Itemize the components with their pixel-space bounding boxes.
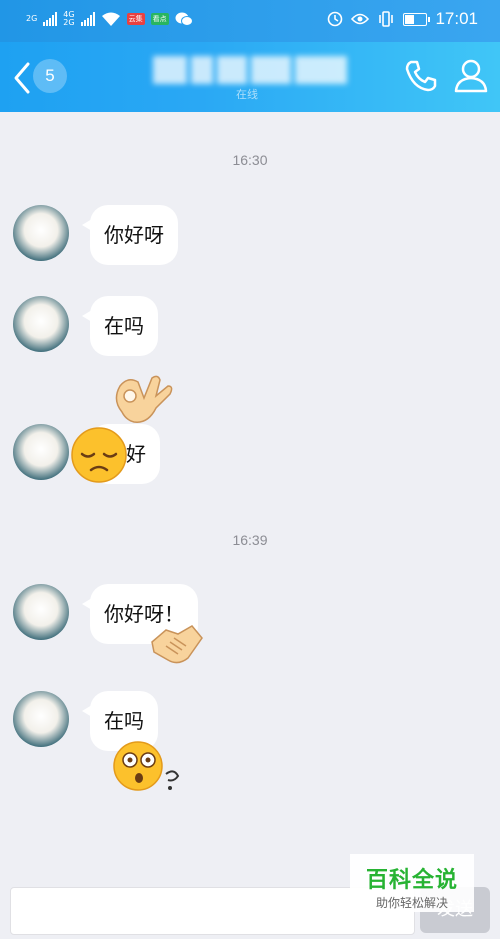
status-bar: 2G 4G 2G 云集 看点 17:01 xyxy=(0,0,500,42)
avatar[interactable] xyxy=(13,584,69,640)
status-left: 2G 4G 2G 云集 看点 xyxy=(26,11,193,27)
watermark-subtitle: 助你轻松解决 xyxy=(375,896,448,910)
unread-count-badge[interactable]: 5 xyxy=(33,59,67,93)
handshake-sticker xyxy=(151,625,203,664)
watermark-title: 百科全说 xyxy=(365,868,458,893)
signal-icon xyxy=(43,12,58,26)
avatar[interactable] xyxy=(13,691,69,747)
contact-icon[interactable] xyxy=(453,58,489,94)
contact-name-blurred xyxy=(153,56,347,84)
message-bubble[interactable]: 你好呀 xyxy=(82,205,178,265)
avatar[interactable] xyxy=(13,205,69,261)
eye-icon xyxy=(351,13,370,25)
clock: 17:01 xyxy=(435,9,478,28)
timestamp: 16:30 xyxy=(232,152,268,168)
message-bubble[interactable]: 在吗 xyxy=(82,296,158,356)
network-type-1: 2G xyxy=(26,14,38,23)
watermark: 百科全说 助你轻松解决 xyxy=(350,854,474,912)
alarm-icon xyxy=(328,11,343,27)
ok-hand-sticker xyxy=(115,375,173,423)
avatar[interactable] xyxy=(13,424,69,480)
app-notification-icon: 云集 xyxy=(126,13,145,25)
phone-icon[interactable] xyxy=(403,58,439,94)
status-right: 17:01 xyxy=(327,9,478,29)
shocked-face-sticker xyxy=(113,741,180,791)
network-type-3: 2G xyxy=(63,18,75,27)
timestamp: 16:39 xyxy=(232,532,268,548)
pensive-face-sticker xyxy=(71,427,127,483)
app-notification-icon-2: 看点 xyxy=(150,13,169,25)
wechat-icon xyxy=(175,12,193,26)
chat-header: 5 在线 xyxy=(0,42,500,112)
wifi-icon xyxy=(101,12,120,26)
vibrate-icon xyxy=(379,11,394,27)
battery-icon xyxy=(403,12,431,26)
signal-icon-2 xyxy=(80,12,95,26)
avatar[interactable] xyxy=(13,296,69,352)
contact-status: 在线 xyxy=(236,88,258,101)
